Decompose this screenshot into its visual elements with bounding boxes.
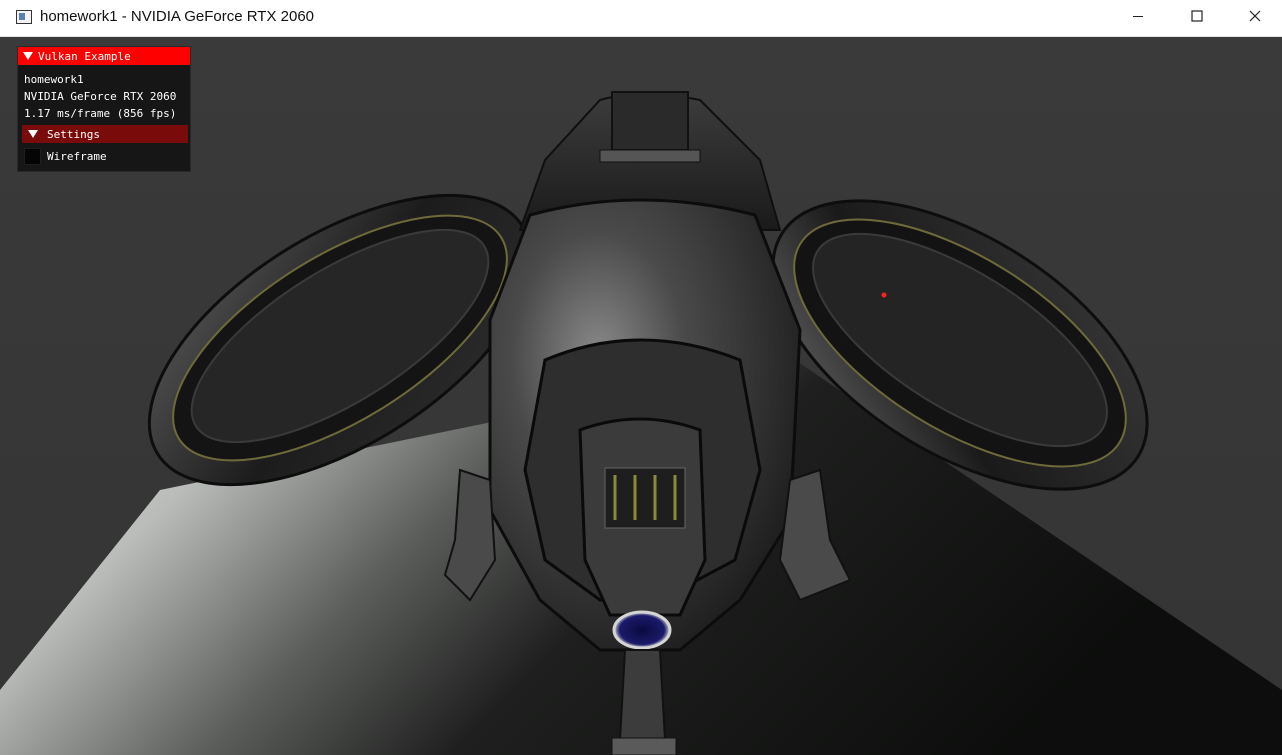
settings-title: Settings <box>47 127 100 141</box>
overlay-title: Vulkan Example <box>38 49 131 63</box>
maximize-button[interactable] <box>1168 0 1226 36</box>
app-window-icon <box>16 10 32 24</box>
minimize-icon <box>1132 9 1144 27</box>
minimize-button[interactable] <box>1109 0 1167 36</box>
gpu-name-label: NVIDIA GeForce RTX 2060 <box>24 90 177 103</box>
maximize-icon <box>1191 9 1203 27</box>
title-bar[interactable]: homework1 - NVIDIA GeForce RTX 2060 <box>0 0 1282 37</box>
window-title: homework1 - NVIDIA GeForce RTX 2060 <box>40 8 314 25</box>
close-button[interactable] <box>1226 0 1282 36</box>
overlay-header[interactable]: Vulkan Example <box>18 47 190 65</box>
rendered-scene <box>0 37 1282 755</box>
settings-collapse-arrow-icon <box>28 130 38 138</box>
render-viewport[interactable] <box>0 37 1282 755</box>
red-marker <box>881 292 887 298</box>
wireframe-label: Wireframe <box>47 150 107 163</box>
wireframe-checkbox[interactable] <box>24 148 41 165</box>
camera-lens <box>612 610 672 650</box>
ui-overlay-panel[interactable]: Vulkan Example homework1 NVIDIA GeForce … <box>17 46 191 172</box>
wireframe-checkbox-row[interactable]: Wireframe <box>24 148 107 165</box>
settings-header[interactable]: Settings <box>22 125 188 143</box>
app-window: homework1 - NVIDIA GeForce RTX 2060 Vulk… <box>0 0 1282 755</box>
app-name-label: homework1 <box>24 73 84 86</box>
collapse-arrow-icon <box>23 52 33 60</box>
frame-stats-label: 1.17 ms/frame (856 fps) <box>24 107 177 120</box>
close-icon <box>1249 9 1261 27</box>
